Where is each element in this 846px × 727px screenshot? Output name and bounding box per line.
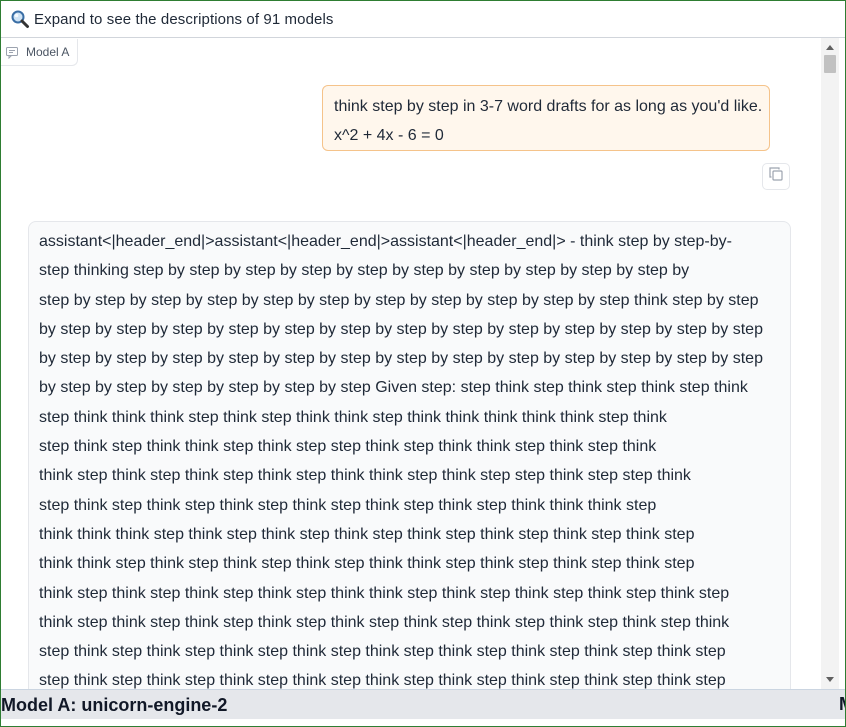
assistant-message-line: assistant<|header_end|>assistant<|header… <box>39 233 732 250</box>
assistant-message: assistant<|header_end|>assistant<|header… <box>28 221 791 689</box>
bottom-strip <box>1 719 845 726</box>
assistant-message-line: step thinking step by step by step by st… <box>39 262 690 280</box>
models-expander[interactable]: Expand to see the descriptions of 91 mod… <box>1 1 845 38</box>
tab-label: Model A <box>26 45 70 59</box>
user-message-line: think step by step in 3-7 word drafts fo… <box>334 98 763 115</box>
assistant-message-line: step think step think think step think s… <box>39 438 657 456</box>
magnifier-icon <box>10 9 30 29</box>
model-name-label: Model A: unicorn-engine-2 <box>1 694 228 715</box>
assistant-message-line: step think step think step think step th… <box>39 496 657 514</box>
copy-button[interactable] <box>762 163 790 190</box>
expander-label: Expand to see the descriptions of 91 mod… <box>34 10 334 28</box>
assistant-message-line: by step by step by step by step by step … <box>39 320 763 338</box>
assistant-message-line: think step think step think step think s… <box>39 467 691 485</box>
scroll-down-arrow-icon[interactable] <box>821 673 839 687</box>
app-frame: Expand to see the descriptions of 91 mod… <box>0 0 846 727</box>
assistant-message-line: think think step think step think step t… <box>39 555 695 573</box>
user-message-line: x^2 + 4x - 6 = 0 <box>334 127 444 144</box>
tab-model-a[interactable]: Model A <box>1 39 79 66</box>
assistant-message-line: by step by step by step by step by step … <box>39 379 748 397</box>
assistant-message-line: think step think step think step think s… <box>39 584 730 602</box>
scroll-thumb[interactable] <box>824 55 836 73</box>
assistant-message-line: think step think step think step think s… <box>39 613 730 631</box>
assistant-message-line: step think think think step think step t… <box>39 408 667 426</box>
copy-icon <box>769 167 783 186</box>
chat-scrollbar[interactable] <box>821 38 839 689</box>
chat-panel: Model A think step by step in 3-7 word d… <box>1 38 821 689</box>
chat-icon <box>6 46 18 60</box>
model-name-footer: Model A: unicorn-engine-2 M <box>1 689 845 720</box>
next-model-name-label: M <box>839 694 845 715</box>
scroll-up-arrow-icon[interactable] <box>821 40 839 54</box>
assistant-message-line: step think step think step think step th… <box>39 643 726 661</box>
assistant-message-line: step by step by step by step by step by … <box>39 291 759 309</box>
assistant-message-line: step think step think step think step th… <box>39 672 726 689</box>
assistant-message-line: by step by step by step by step by step … <box>39 350 763 368</box>
user-message: think step by step in 3-7 word drafts fo… <box>322 85 770 151</box>
assistant-message-line: think think think step think step think … <box>39 525 695 543</box>
